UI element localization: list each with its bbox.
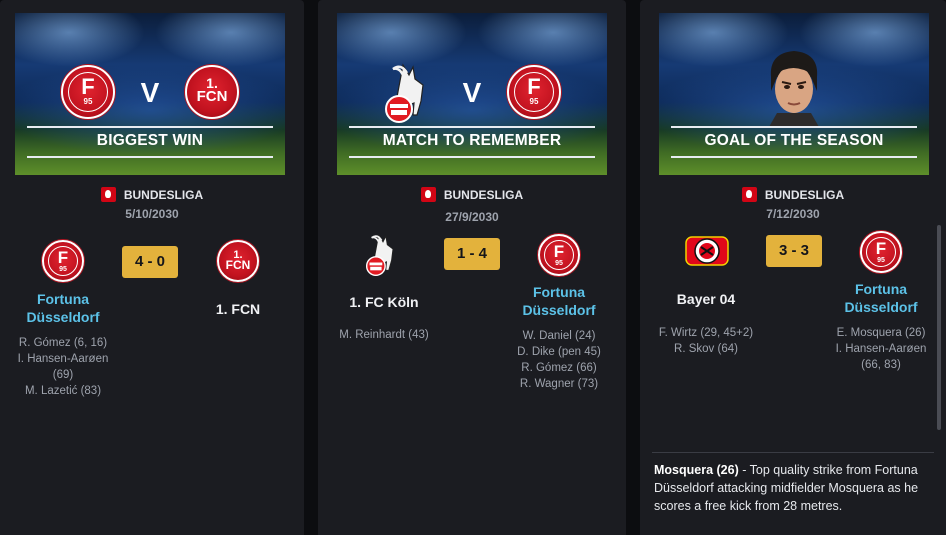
- player-face-icon: [769, 51, 819, 127]
- home-team-crest-icon[interactable]: [362, 232, 404, 276]
- scorer-line: R. Skov (64): [674, 343, 738, 355]
- scorer-line: I. Hansen-Aarøen: [835, 343, 927, 355]
- card-title: GOAL OF THE SEASON: [704, 132, 884, 149]
- goal-player: Mosquera (26): [654, 463, 739, 477]
- home-scorers: M. Reinhardt (43): [324, 327, 444, 343]
- scorer-line: I. Hansen-Aarøen: [17, 353, 109, 365]
- biggest-win-card[interactable]: F 95 V 1. FCN BIGGEST WIN BUNDESLIGA 5/10/…: [0, 0, 304, 535]
- goal-description: Mosquera (26) - Top quality strike from …: [654, 461, 934, 515]
- home-team-crest-icon[interactable]: F 95: [42, 240, 84, 282]
- bundesliga-icon: [741, 187, 757, 202]
- home-team-crest-icon[interactable]: [684, 233, 730, 269]
- away-team-name[interactable]: Fortuna Düsseldorf: [498, 283, 620, 319]
- versus-label: V: [140, 77, 160, 108]
- divider: [652, 452, 934, 453]
- match-date: 7/12/2030: [766, 207, 820, 221]
- match-date: 27/9/2030: [445, 210, 499, 224]
- scorer-line: E. Mosquera (26): [836, 327, 926, 339]
- score-badge: 1 - 4: [444, 238, 500, 270]
- away-team-crest-icon[interactable]: 1. FCN: [217, 240, 259, 282]
- scorer-line: (66, 83): [861, 359, 901, 371]
- match-date: 5/10/2030: [125, 207, 179, 221]
- away-team-crest-icon[interactable]: F 95: [538, 234, 580, 276]
- away-team-crest-icon[interactable]: F 95: [860, 231, 902, 273]
- home-team-name[interactable]: Fortuna Düsseldorf: [0, 290, 126, 326]
- scorer-line: M. Lazetić (83): [24, 385, 102, 397]
- match-to-remember-banner: V F 95 MATCH TO REMEMBER: [337, 13, 607, 175]
- bundesliga-icon: [100, 187, 116, 202]
- home-team-name[interactable]: 1. FC Köln: [324, 293, 444, 311]
- bundesliga-icon: [420, 187, 436, 202]
- scorer-line: F. Wirtz (29, 45+2): [658, 327, 754, 339]
- goal-of-the-season-card[interactable]: GOAL OF THE SEASON BUNDESLIGA 7/12/2030 …: [640, 0, 946, 535]
- home-team-name[interactable]: Bayer 04: [646, 290, 766, 308]
- card-title: BIGGEST WIN: [96, 132, 204, 149]
- score-badge: 4 - 0: [122, 246, 178, 278]
- scorer-line: W. Daniel (24): [522, 330, 596, 342]
- competition-label: BUNDESLIGA: [318, 187, 626, 202]
- scorer-line: M. Reinhardt (43): [339, 329, 429, 341]
- fortuna-crest-icon: F 95: [61, 65, 115, 119]
- koln-crest-icon: [385, 63, 424, 123]
- fortuna-crest-icon: F 95: [507, 65, 561, 119]
- versus-label: V: [462, 77, 482, 108]
- away-scorers: W. Daniel (24) D. Dike (pen 45) R. Gómez…: [498, 328, 620, 392]
- away-team-name[interactable]: 1. FCN: [178, 300, 298, 318]
- card-title: MATCH TO REMEMBER: [382, 132, 562, 149]
- scorer-line: R. Gómez (66): [521, 362, 597, 374]
- away-scorers: E. Mosquera (26) I. Hansen-Aarøen (66, 8…: [820, 325, 942, 373]
- score-badge: 3 - 3: [766, 235, 822, 267]
- match-to-remember-card[interactable]: V F 95 MATCH TO REMEMBER BUNDESLIGA 27/9/…: [318, 0, 626, 535]
- competition-label: BUNDESLIGA: [640, 187, 946, 202]
- biggest-win-banner: F 95 V 1. FCN BIGGEST WIN: [15, 13, 285, 175]
- goal-of-the-season-banner: GOAL OF THE SEASON: [659, 13, 929, 175]
- scorer-line: R. Wagner (73): [519, 378, 599, 390]
- scorer-line: (69): [52, 369, 74, 381]
- competition-label: BUNDESLIGA: [0, 187, 304, 202]
- away-team-name[interactable]: Fortuna Düsseldorf: [820, 280, 942, 316]
- scrollbar[interactable]: [937, 225, 941, 430]
- home-scorers: R. Gómez (6, 16) I. Hansen-Aarøen (69) M…: [0, 335, 126, 399]
- home-scorers: F. Wirtz (29, 45+2) R. Skov (64): [646, 325, 766, 357]
- scorer-line: D. Dike (pen 45): [517, 346, 601, 358]
- scorer-line: R. Gómez (6, 16): [18, 337, 108, 349]
- fcn-crest-icon: 1. FCN: [185, 65, 239, 119]
